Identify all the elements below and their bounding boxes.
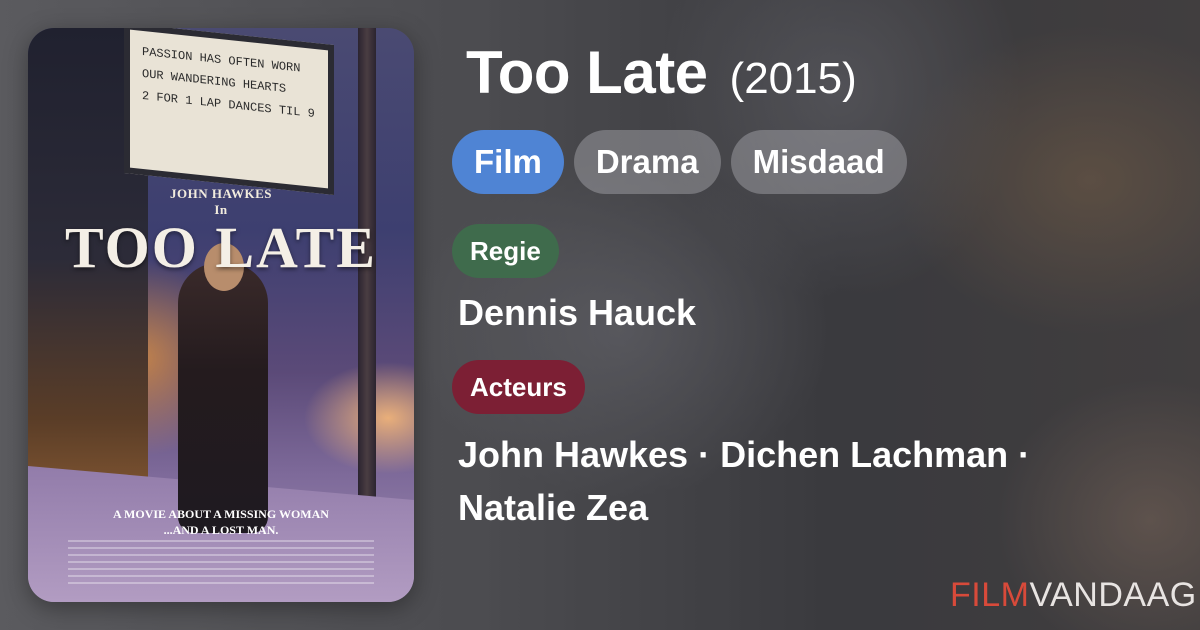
director-label: Regie bbox=[452, 224, 559, 278]
movie-year: (2015) bbox=[729, 54, 857, 103]
brand-logo-vandaag: VANDAAG bbox=[1029, 576, 1197, 614]
poster-marquee: PASSION HAS OFTEN WORN OUR WANDERING HEA… bbox=[124, 28, 334, 196]
movie-heading: Too Late (2015) bbox=[466, 38, 857, 114]
director-name: Dennis Hauck bbox=[458, 292, 697, 333]
genre-chip-film: Film bbox=[452, 130, 564, 194]
genre-chips: Film Drama Misdaad bbox=[452, 130, 907, 194]
cast-label: Acteurs bbox=[452, 360, 585, 414]
brand-logo: FILMVANDAAG bbox=[950, 576, 1197, 615]
brand-logo-film: FILM bbox=[950, 576, 1030, 614]
poster-figure bbox=[178, 263, 268, 533]
movie-poster: PASSION HAS OFTEN WORN OUR WANDERING HEA… bbox=[28, 28, 414, 602]
poster-tagline: A MOVIE ABOUT A MISSING WOMAN ...AND A L… bbox=[28, 506, 414, 538]
poster-credits-block bbox=[68, 540, 374, 588]
genre-chip-misdaad: Misdaad bbox=[730, 130, 907, 194]
poster-tagline-1: A MOVIE ABOUT A MISSING WOMAN bbox=[113, 507, 329, 521]
poster-title: TOO LATE bbox=[64, 215, 377, 280]
cast-names: John Hawkes · Dichen Lachman · Natalie Z… bbox=[458, 434, 1031, 528]
poster-actor-name: JOHN HAWKES bbox=[170, 186, 272, 201]
poster-tagline-2: ...AND A LOST MAN. bbox=[163, 523, 279, 537]
genre-chip-drama: Drama bbox=[573, 130, 721, 194]
movie-title: Too Late bbox=[466, 39, 708, 106]
